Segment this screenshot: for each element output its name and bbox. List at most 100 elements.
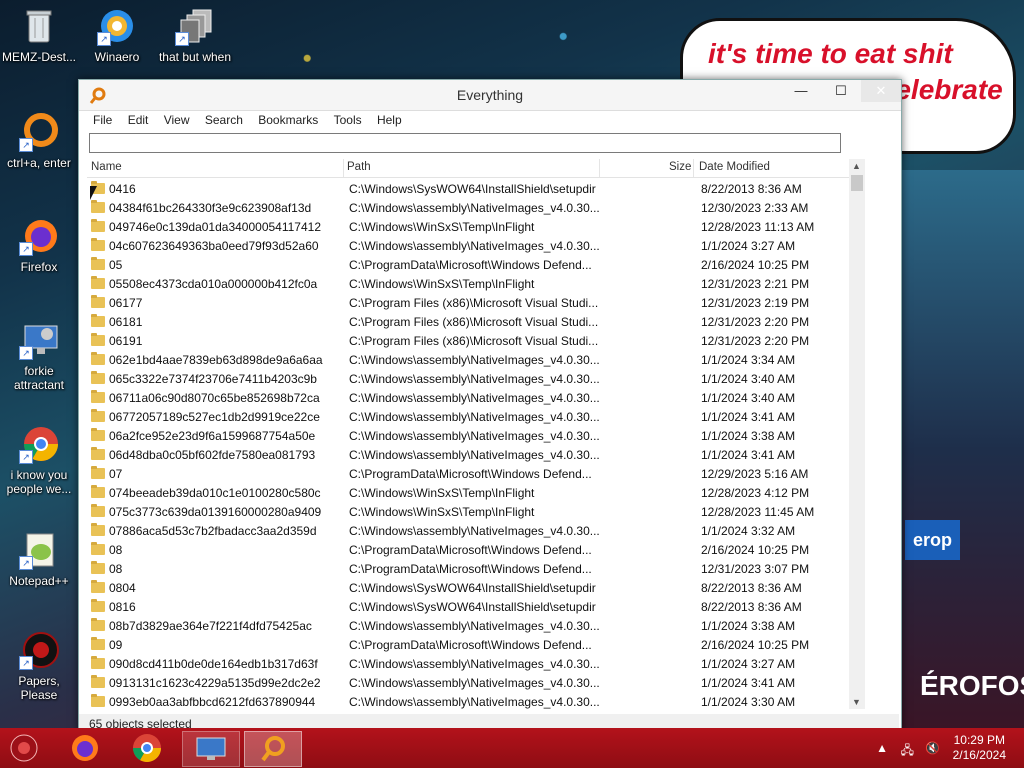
- search-input[interactable]: [89, 133, 841, 153]
- scroll-down-icon[interactable]: ▼: [852, 697, 861, 707]
- table-row[interactable]: 049746e0c139da01da34000054117412 C:\Windo…: [87, 218, 849, 237]
- taskbar-everything[interactable]: [244, 731, 302, 767]
- table-row[interactable]: 0993eb0aa3abfbbcd6212fd637890944 C:\Windo…: [87, 693, 849, 710]
- taskbar-chrome[interactable]: [122, 731, 172, 765]
- cell-path: C:\Windows\assembly\NativeImages_v4.0.30…: [349, 239, 599, 253]
- stack-windows-icon: ↗: [175, 6, 215, 46]
- table-row[interactable]: 05508ec4373cda010a000000b412fc0a C:\Windo…: [87, 275, 849, 294]
- cell-date: 2/16/2024 10:25 PM: [701, 638, 810, 652]
- menu-bookmarks[interactable]: Bookmarks: [252, 111, 324, 129]
- table-row[interactable]: 05 C:\ProgramData\Microsoft\Windows Defen…: [87, 256, 849, 275]
- table-row[interactable]: 0416 C:\Windows\SysWOW64\InstallShield\se…: [87, 180, 849, 199]
- firefox-icon: ↗: [19, 216, 59, 256]
- table-row[interactable]: 0913131c1623c4229a5135d99e2dc2e2 C:\Windo…: [87, 674, 849, 693]
- cell-name: 04384f61bc264330f3e9c623908af13d: [109, 201, 312, 215]
- folder-icon: [91, 637, 105, 650]
- vertical-scrollbar[interactable]: ▲ ▼: [849, 159, 865, 709]
- start-button[interactable]: [4, 731, 44, 765]
- column-separator[interactable]: [343, 159, 344, 177]
- table-row[interactable]: 06191 C:\Program Files (x86)\Microsoft Vi…: [87, 332, 849, 351]
- table-row[interactable]: 090d8cd411b0de0de164edb1b317d63f C:\Windo…: [87, 655, 849, 674]
- cell-name: 06181: [109, 315, 143, 329]
- taskbar-firefox[interactable]: [60, 731, 110, 765]
- scrollbar-thumb[interactable]: [851, 175, 863, 191]
- table-row[interactable]: 08 C:\ProgramData\Microsoft\Windows Defen…: [87, 560, 849, 579]
- cell-name: 06d48dba0c05bf602fde7580ea081793: [109, 448, 316, 462]
- menu-search[interactable]: Search: [199, 111, 249, 129]
- cell-name: 0416: [109, 182, 136, 196]
- menu-bar: File Edit View Search Bookmarks Tools He…: [79, 111, 901, 131]
- menu-view[interactable]: View: [158, 111, 196, 129]
- cell-date: 8/22/2013 8:36 AM: [701, 581, 802, 595]
- winaero-icon: ↗: [97, 6, 137, 46]
- clock[interactable]: 10:29 PM 2/16/2024: [953, 733, 1006, 763]
- shortcut-arrow-icon: ↗: [19, 242, 33, 256]
- cell-path: C:\Windows\SysWOW64\InstallShield\setupd…: [349, 581, 596, 595]
- cell-name: 062e1bd4aae7839eb63d898de9a6a6aa: [109, 353, 323, 367]
- cell-date: 1/1/2024 3:40 AM: [701, 372, 796, 386]
- desktop-icon-winaero[interactable]: ↗ Winaero: [78, 6, 156, 64]
- cell-date: 1/1/2024 3:32 AM: [701, 524, 796, 538]
- title-bar[interactable]: Everything — ☐ ✕: [79, 80, 901, 111]
- table-row[interactable]: 06181 C:\Program Files (x86)\Microsoft Vi…: [87, 313, 849, 332]
- column-separator[interactable]: [693, 159, 694, 177]
- cell-path: C:\Windows\assembly\NativeImages_v4.0.30…: [349, 657, 599, 671]
- menu-tools[interactable]: Tools: [328, 111, 368, 129]
- taskbar-forkie[interactable]: [182, 731, 240, 767]
- desktop-icon-forkie[interactable]: ↗ forkie attractant: [0, 320, 78, 392]
- table-row[interactable]: 08b7d3829ae364e7f221f4dfd75425ac C:\Windo…: [87, 617, 849, 636]
- everything-window[interactable]: Everything — ☐ ✕ File Edit View Search B…: [78, 79, 902, 733]
- table-row[interactable]: 062e1bd4aae7839eb63d898de9a6a6aa C:\Windo…: [87, 351, 849, 370]
- table-row[interactable]: 065c3322e7374f23706e7411b4203c9b C:\Windo…: [87, 370, 849, 389]
- maximize-button[interactable]: ☐: [821, 80, 861, 102]
- cell-date: 1/1/2024 3:38 AM: [701, 429, 796, 443]
- menu-help[interactable]: Help: [371, 111, 408, 129]
- desktop-icon-papers-please[interactable]: ↗ Papers, Please: [0, 630, 78, 702]
- table-row[interactable]: 074beeadeb39da010c1e0100280c580c C:\Windo…: [87, 484, 849, 503]
- menu-file[interactable]: File: [87, 111, 118, 129]
- column-header-path[interactable]: Path: [347, 161, 371, 173]
- network-icon[interactable]: 🖧: [901, 741, 914, 762]
- cell-name: 06191: [109, 334, 143, 348]
- cell-date: 12/28/2023 11:13 AM: [701, 220, 815, 234]
- column-separator[interactable]: [599, 159, 600, 177]
- table-row[interactable]: 04c607623649363ba0eed79f93d52a60 C:\Windo…: [87, 237, 849, 256]
- table-row[interactable]: 075c3773c639da0139160000280a9409 C:\Windo…: [87, 503, 849, 522]
- table-row[interactable]: 06d48dba0c05bf602fde7580ea081793 C:\Windo…: [87, 446, 849, 465]
- column-header-name[interactable]: Name: [91, 161, 122, 173]
- cell-path: C:\Windows\SysWOW64\InstallShield\setupd…: [349, 600, 596, 614]
- desktop-icon-that-but-when[interactable]: ↗ that but when: [156, 6, 234, 64]
- tray-expand-icon[interactable]: ▲: [876, 741, 888, 755]
- desktop-icon-notepadpp[interactable]: ↗ Notepad++: [0, 530, 78, 588]
- cell-path: C:\Windows\WinSxS\Temp\InFlight: [349, 486, 535, 500]
- table-row[interactable]: 04384f61bc264330f3e9c623908af13d C:\Windo…: [87, 199, 849, 218]
- shortcut-arrow-icon: ↗: [19, 656, 33, 670]
- table-row[interactable]: 06a2fce952e23d9f6a1599687754a50e C:\Windo…: [87, 427, 849, 446]
- table-row[interactable]: 09 C:\ProgramData\Microsoft\Windows Defen…: [87, 636, 849, 655]
- table-row[interactable]: 0816 C:\Windows\SysWOW64\InstallShield\se…: [87, 598, 849, 617]
- table-row[interactable]: 07 C:\ProgramData\Microsoft\Windows Defen…: [87, 465, 849, 484]
- table-row[interactable]: 06711a06c90d8070c65be852698b72ca C:\Windo…: [87, 389, 849, 408]
- table-row[interactable]: 0804 C:\Windows\SysWOW64\InstallShield\se…: [87, 579, 849, 598]
- desktop-icon-label: forkie attractant: [13, 364, 65, 392]
- desktop-icon-label: Papers, Please: [18, 674, 60, 702]
- folder-icon: [91, 314, 105, 327]
- desktop-icon-firefox[interactable]: ↗ Firefox: [0, 216, 78, 274]
- scroll-up-icon[interactable]: ▲: [852, 161, 861, 171]
- desktop-icon-chrome[interactable]: ↗ i know you people we...: [0, 424, 78, 496]
- table-row[interactable]: 06177 C:\Program Files (x86)\Microsoft Vi…: [87, 294, 849, 313]
- desktop-icon-label: Winaero: [94, 50, 140, 64]
- close-button[interactable]: ✕: [861, 80, 901, 102]
- desktop-icon-ctrl-a[interactable]: ↗ ctrl+a, enter: [0, 112, 78, 170]
- desktop-icon-memz[interactable]: MEMZ-Dest...: [0, 6, 78, 64]
- table-row[interactable]: 06772057189c527ec1db2d9919ce22ce C:\Windo…: [87, 408, 849, 427]
- column-header-size[interactable]: Size: [669, 161, 691, 173]
- volume-muted-icon[interactable]: 🔇: [925, 741, 940, 755]
- column-header-date[interactable]: Date Modified: [699, 161, 770, 173]
- menu-edit[interactable]: Edit: [122, 111, 155, 129]
- table-row[interactable]: 08 C:\ProgramData\Microsoft\Windows Defen…: [87, 541, 849, 560]
- minimize-button[interactable]: —: [781, 80, 821, 102]
- results-list[interactable]: 0416 C:\Windows\SysWOW64\InstallShield\se…: [87, 180, 849, 710]
- table-row[interactable]: 07886aca5d53c7b2fbadacc3aa2d359d C:\Windo…: [87, 522, 849, 541]
- desktop-icon-label: ctrl+a, enter: [7, 156, 71, 170]
